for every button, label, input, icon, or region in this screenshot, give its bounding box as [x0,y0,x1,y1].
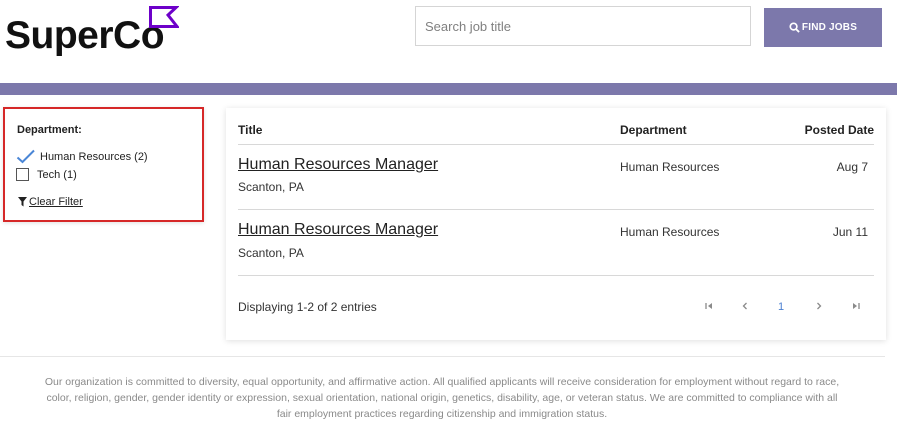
job-location: Scanton, PA [238,180,304,194]
job-department: Human Resources [620,160,720,174]
funnel-icon [18,197,27,207]
column-header-title: Title [238,123,263,137]
column-header-posted-date: Posted Date [804,123,874,137]
job-listings-card: Title Department Posted Date Human Resou… [226,108,886,340]
filter-option-label: Human Resources (2) [40,150,148,163]
eeo-statement: Our organization is committed to diversi… [44,376,840,420]
first-page-icon[interactable] [702,299,716,313]
department-filter-panel: Department: Human Resources (2) Tech (1)… [3,107,204,222]
job-department: Human Resources [620,225,720,239]
job-title-link[interactable]: Human Resources Manager [238,156,438,174]
find-jobs-label: FIND JOBS [801,22,858,33]
filter-heading: Department: [17,124,82,136]
job-posted-date: Jun 11 [832,225,868,239]
search-input[interactable] [415,6,751,46]
column-header-department: Department [620,123,687,137]
clear-filter-link[interactable]: Clear Filter [18,196,83,208]
logo-text: SuperCo [5,14,165,57]
logo-flag-icon [149,6,179,28]
entries-summary: Displaying 1-2 of 2 entries [238,300,377,314]
filter-option-label: Tech (1) [37,168,77,181]
filter-option-human-resources[interactable]: Human Resources (2) [16,149,148,164]
footer-divider [0,356,885,357]
next-page-icon[interactable] [812,299,826,313]
page-number-current[interactable]: 1 [778,301,784,313]
filter-option-tech[interactable]: Tech (1) [16,168,77,181]
find-jobs-button[interactable]: FIND JOBS [764,8,882,47]
table-divider [238,209,874,210]
table-divider [238,144,874,145]
clear-filter-label: Clear Filter [29,196,83,208]
checkbox-unchecked[interactable] [16,168,29,181]
checkmark-icon[interactable] [16,149,36,164]
header-band [0,83,897,95]
prev-page-icon[interactable] [738,299,752,313]
table-divider [238,275,874,276]
job-posted-date: Aug 7 [836,160,868,174]
job-title-link[interactable]: Human Resources Manager [238,221,438,239]
job-location: Scanton, PA [238,246,304,260]
search-icon [789,22,800,33]
last-page-icon[interactable] [849,299,863,313]
